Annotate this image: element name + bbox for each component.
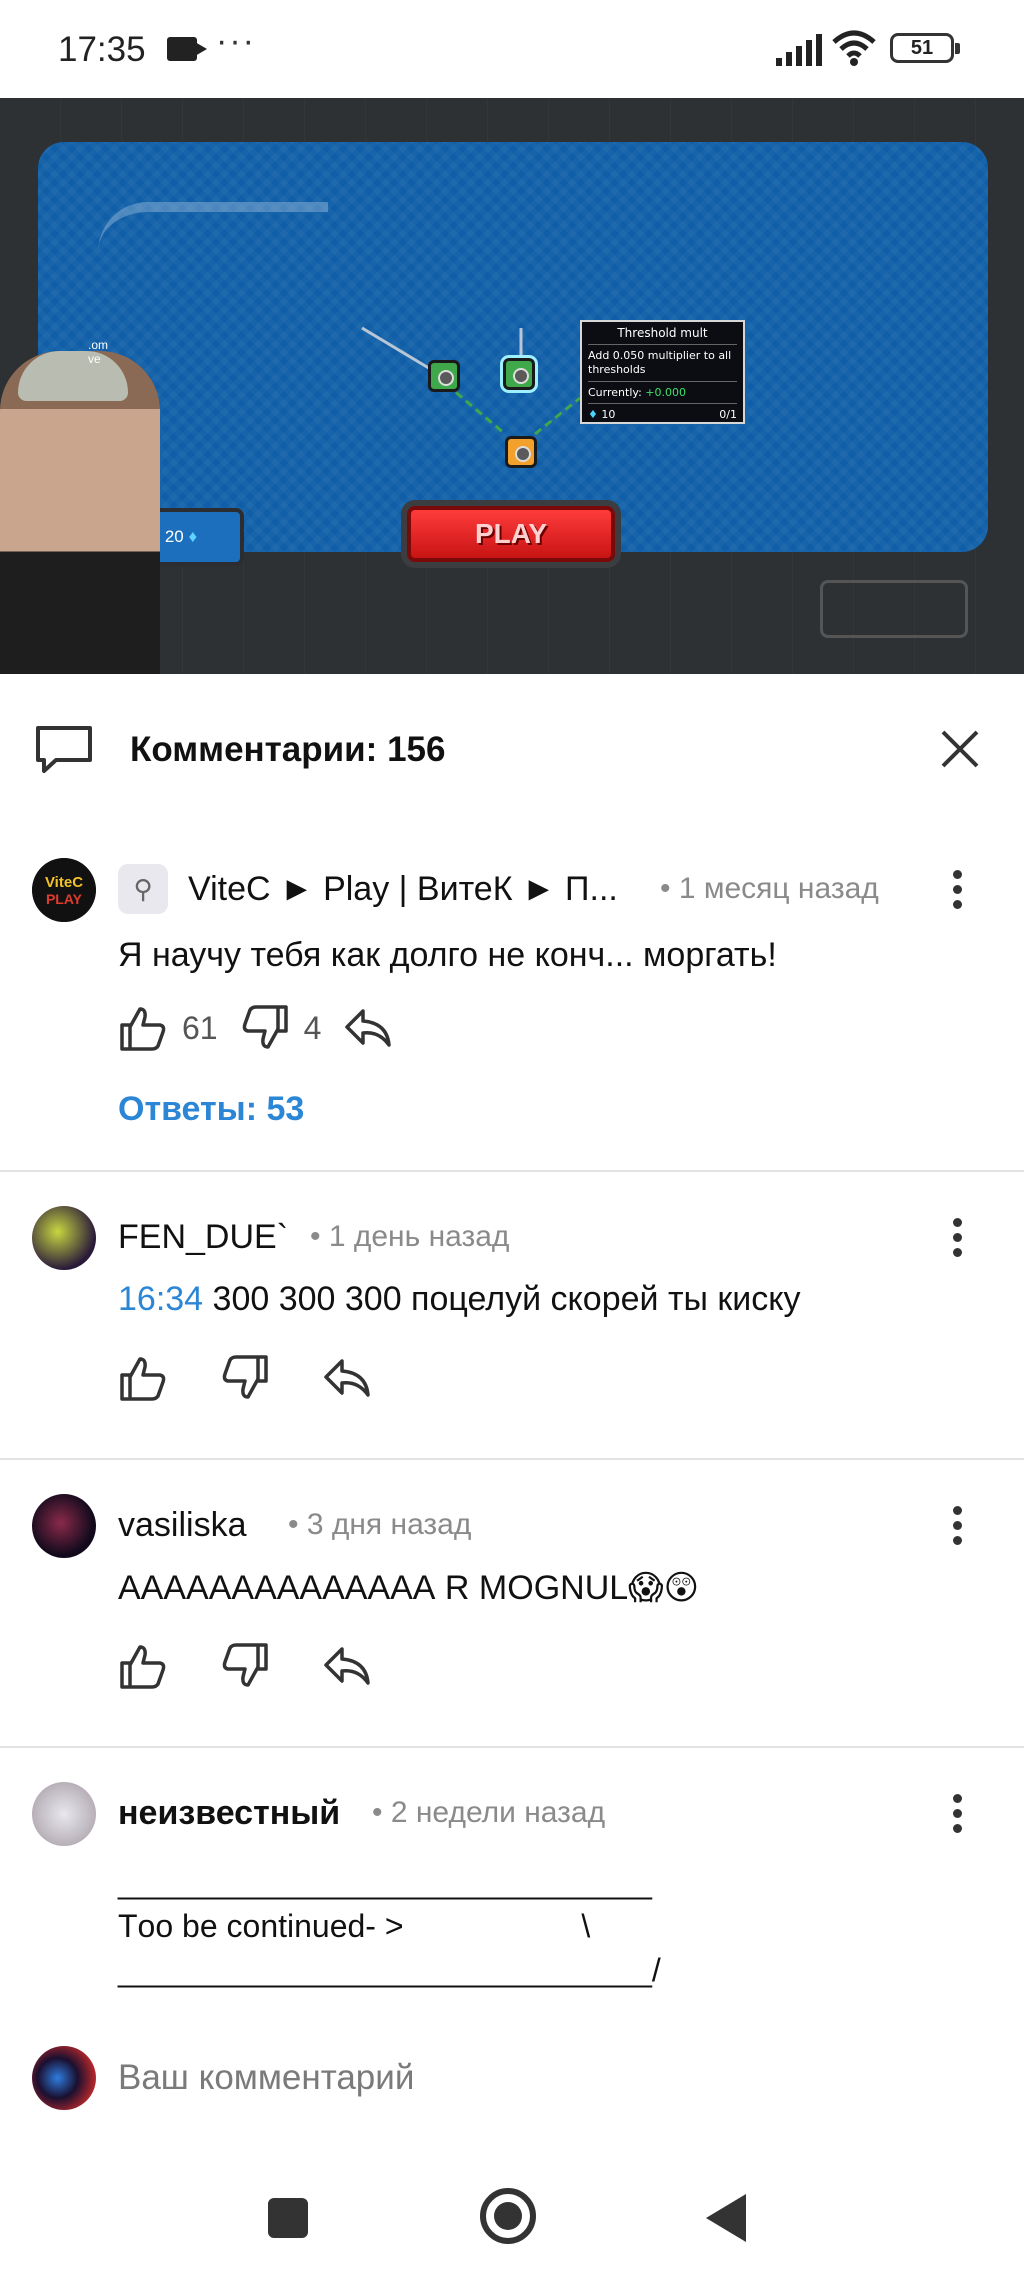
comment-text-line: ______________________________: [118, 1864, 652, 1900]
tooltip-description: Add 0.050 multiplier to all thresholds: [588, 345, 737, 382]
game-play-button: PLAY: [407, 506, 615, 562]
thumbs-up-icon: [120, 1007, 166, 1051]
thumbs-down-icon: [222, 1643, 268, 1687]
video-camera-icon: [167, 37, 207, 61]
thumbs-down-icon: [222, 1355, 268, 1399]
tooltip-title: Threshold mult: [588, 326, 737, 345]
wifi-icon: [832, 30, 876, 66]
battery-level: 51: [910, 37, 934, 59]
comment-text-line: ______________________________/: [118, 1952, 661, 1988]
comment-time: • 1 месяц назад: [660, 872, 879, 905]
reply-icon: [324, 1359, 370, 1397]
battery-icon: 51: [890, 33, 960, 63]
like-button[interactable]: [118, 1641, 168, 1691]
reply-button[interactable]: [322, 1641, 372, 1691]
tooltip-cost: ♦ 10: [588, 408, 615, 421]
avatar[interactable]: ViteC PLAY: [32, 858, 96, 922]
channel-logo-icon: ViteC PLAY: [32, 858, 96, 922]
timestamp-link[interactable]: 16:34: [118, 1280, 203, 1318]
crystal-icon: ♦: [188, 527, 198, 546]
webcam-overlay-line: .om: [88, 338, 109, 352]
divider: [0, 1458, 1024, 1460]
tooltip-current-value: +0.000: [645, 386, 687, 399]
tooltip-current-label: Currently:: [588, 386, 642, 399]
comment-time: • 2 недели назад: [372, 1796, 606, 1829]
comment-text: 16:34 300 300 300 поцелуй скорей ты киск…: [118, 1280, 801, 1319]
tooltip-current: Currently: +0.000: [588, 382, 737, 404]
reply-button[interactable]: [343, 1003, 393, 1053]
comment-actions: [118, 1348, 394, 1408]
dislike-count: 4: [303, 1009, 322, 1046]
more-options-icon[interactable]: [946, 1212, 968, 1272]
video-player[interactable]: Threshold mult Add 0.050 multiplier to a…: [0, 98, 1024, 674]
comment-author[interactable]: ViteC ► Play | ВитеК ► П...: [188, 870, 618, 909]
pin-icon: ⚲: [118, 864, 168, 914]
recents-icon[interactable]: [268, 2198, 308, 2238]
divider: [0, 1746, 1024, 1748]
skill-tooltip: Threshold mult Add 0.050 multiplier to a…: [580, 320, 745, 424]
skill-node-locked: [505, 436, 537, 468]
avatar: [32, 2046, 96, 2110]
comment-input[interactable]: [118, 2050, 978, 2106]
skill-node-selected: [500, 355, 538, 393]
home-icon[interactable]: [480, 2188, 536, 2244]
more-options-icon[interactable]: [946, 1500, 968, 1560]
comment-author[interactable]: неизвестный: [118, 1794, 340, 1833]
thumbs-down-icon: [242, 1005, 288, 1049]
like-count: 61: [182, 1009, 218, 1046]
reply-icon: [324, 1647, 370, 1685]
more-options-icon[interactable]: [946, 1788, 968, 1848]
comment-icon: [36, 726, 92, 773]
game-play-label: PLAY: [474, 518, 548, 549]
status-bar: 17:35 ··· 51: [0, 0, 1024, 98]
comment-compose: [0, 2030, 1024, 2126]
comment-author[interactable]: vasiliska: [118, 1506, 246, 1545]
dislike-button[interactable]: [220, 1641, 270, 1691]
avatar[interactable]: [32, 1494, 96, 1558]
reply-icon: [345, 1009, 392, 1047]
avatar[interactable]: [32, 1206, 96, 1270]
close-icon[interactable]: [937, 726, 983, 772]
comment-author[interactable]: FEN_DUE`: [118, 1218, 288, 1257]
comment-time: • 1 день назад: [310, 1220, 510, 1253]
status-overflow-icon: ···: [216, 22, 256, 60]
tooltip-count: 0/1: [719, 408, 737, 421]
comment-text-body: 300 300 300 поцелуй скорей ты киску: [203, 1280, 801, 1318]
resource-value: 20: [164, 527, 184, 546]
dislike-button[interactable]: [220, 1353, 270, 1403]
webcam-overlay-text: .om ve: [88, 338, 108, 366]
comment-actions: [118, 1636, 394, 1696]
comment-time: • 3 дня назад: [288, 1508, 472, 1541]
status-time: 17:35: [58, 30, 146, 69]
tooltip-cost-value: 10: [601, 408, 616, 421]
reply-button[interactable]: [322, 1353, 372, 1403]
comments-title: Комментарии: 156: [130, 730, 446, 769]
comments-header: Комментарии: 156: [0, 674, 1024, 824]
comment-text: ______________________________ Тoo be con…: [118, 1860, 661, 1992]
divider: [0, 1170, 1024, 1172]
comment-actions: 61 4: [118, 998, 415, 1058]
back-icon[interactable]: [706, 2194, 746, 2242]
skill-node: [428, 360, 460, 392]
tooltip-footer: ♦ 10 0/1: [588, 404, 737, 421]
signal-icon: [776, 34, 822, 66]
comment-text-line: Тoo be continued- > \: [118, 1908, 591, 1944]
avatar-text: ViteC: [45, 874, 83, 891]
like-button[interactable]: 61: [118, 1003, 218, 1053]
comment-text: АААААААААААААА R MOGNUL😱😲: [118, 1569, 700, 1607]
avatar[interactable]: [32, 1782, 96, 1846]
system-nav-bar: [0, 2160, 1024, 2275]
game-side-panel: [820, 580, 968, 638]
crystal-icon: ♦: [588, 408, 598, 421]
webcam-overlay-line: ve: [88, 352, 101, 366]
thumbs-up-icon: [120, 1357, 166, 1401]
avatar-text: PLAY: [46, 891, 83, 907]
replies-link[interactable]: Ответы: 53: [118, 1090, 304, 1129]
comment-text: Я научу тебя как долго не конч... моргат…: [118, 936, 777, 974]
dislike-button[interactable]: 4: [240, 1003, 322, 1053]
more-options-icon[interactable]: [946, 864, 968, 924]
like-button[interactable]: [118, 1353, 168, 1403]
streamer-webcam: [0, 351, 160, 674]
thumbs-up-icon: [120, 1645, 166, 1689]
